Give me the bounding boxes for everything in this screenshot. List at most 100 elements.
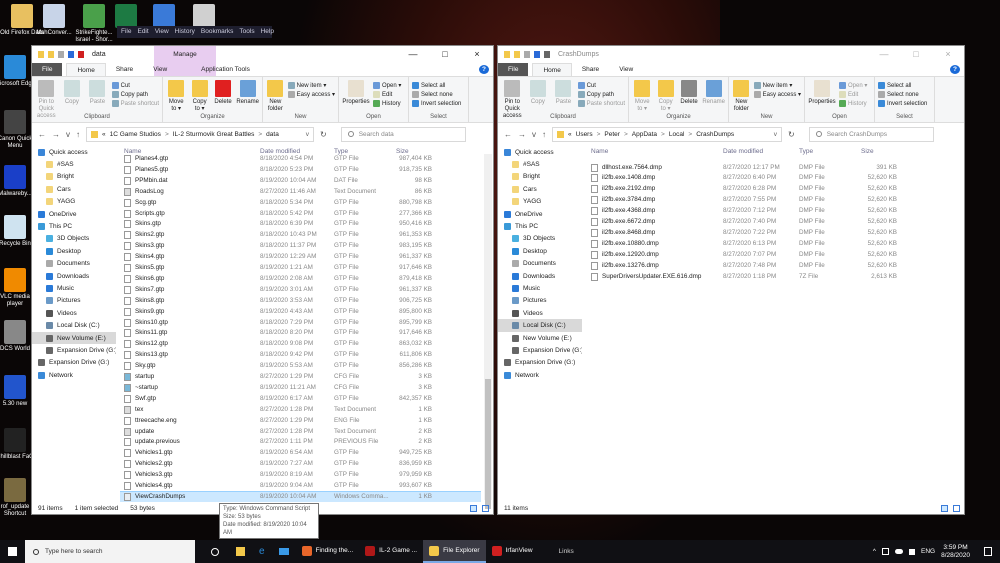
maximize-button[interactable]: □	[429, 46, 461, 63]
nav-item[interactable]: Network	[498, 369, 582, 381]
file-row[interactable]: Vehicles4.gtp 8/19/2020 9:04 AM GTP File 99…	[120, 481, 481, 492]
file-row[interactable]: ViewCrashDumps 8/19/2020 10:04 AM Windows …	[120, 490, 481, 502]
nav-item[interactable]: Bright	[32, 171, 116, 183]
network-icon[interactable]	[881, 548, 889, 555]
nav-item[interactable]: 3D Objects	[32, 233, 116, 245]
nav-item[interactable]: Music	[32, 282, 116, 294]
firefox-menu-view[interactable]: View	[155, 28, 169, 36]
file-row[interactable]: Vehicles1.gtp 8/19/2020 6:54 AM GTP File 94…	[120, 448, 481, 459]
nav-item[interactable]: This PC	[32, 220, 116, 232]
nav-item[interactable]: New Volume (E:)	[498, 332, 582, 344]
new-item-button[interactable]: New item ▾	[287, 82, 335, 89]
edge-icon[interactable]: e	[259, 546, 265, 557]
taskbar-app[interactable]: File Explorer	[423, 540, 486, 563]
address-bar[interactable]: «Users > Peter > AppData > Local > CrashDumps v	[552, 126, 782, 142]
delete-icon[interactable]	[78, 51, 84, 58]
forward-button[interactable]: →	[52, 130, 60, 139]
chevron-up-icon[interactable]: ^	[873, 548, 876, 555]
large-icons-view-button[interactable]	[953, 504, 960, 512]
file-row[interactable]: Skins12.gtp 8/18/2020 9:08 PM GTP File 863,…	[120, 339, 481, 350]
language-indicator[interactable]: ENG	[921, 548, 935, 555]
refresh-button[interactable]: ↻	[788, 130, 795, 139]
file-row[interactable]: Skins5.gtp 8/19/2020 1:21 AM GTP File 917,6…	[120, 263, 481, 274]
refresh-button[interactable]: ↻	[320, 130, 327, 139]
folder-icon[interactable]	[514, 51, 520, 58]
taskbar-search[interactable]: Type here to search	[25, 540, 195, 563]
large-icons-view-button[interactable]	[482, 504, 489, 512]
nav-item[interactable]: This PC	[498, 220, 582, 232]
tab-view[interactable]: View	[143, 63, 177, 76]
back-button[interactable]: ←	[38, 130, 46, 139]
open-button[interactable]: Open ▾	[373, 82, 401, 89]
breadcrumb-4[interactable]: Local	[669, 131, 685, 138]
file-row[interactable]: Scripts.gtp 8/18/2020 5:42 PM GTP File 277,…	[120, 209, 481, 220]
file-row[interactable]: RoadsLog 8/27/2020 11:46 AM Text Document 8…	[120, 187, 481, 198]
folder-icon[interactable]	[38, 51, 44, 58]
nav-item[interactable]: Videos	[32, 307, 116, 319]
search-input[interactable]: Search CrashDumps	[827, 131, 887, 138]
tab-file[interactable]: File	[498, 63, 529, 76]
volume-icon[interactable]	[908, 548, 915, 555]
nav-item[interactable]: Quick access	[32, 146, 116, 158]
file-row[interactable]: dllhost.exe.7564.dmp 8/27/2020 12:17 PM DM…	[586, 163, 950, 174]
firefox-menu-bookmarks[interactable]: Bookmarks	[201, 28, 234, 36]
select-none-button[interactable]: Select none	[412, 91, 461, 98]
nav-item[interactable]: OneDrive	[498, 208, 582, 220]
firefox-menu-file[interactable]: File	[121, 28, 131, 36]
search-box[interactable]: Search CrashDumps	[808, 126, 934, 142]
invert-selection-button[interactable]: Invert selection	[878, 100, 927, 107]
invert-selection-button[interactable]: Invert selection	[412, 100, 461, 107]
file-row[interactable]: il2fb.exe.8468.dmp 8/27/2020 7:22 PM DMP F…	[586, 228, 950, 239]
column-header-name[interactable]: Name	[591, 148, 608, 155]
recent-locations-button[interactable]: v	[532, 130, 536, 139]
nav-item[interactable]: Pictures	[32, 295, 116, 307]
column-header-size[interactable]: Size	[861, 148, 874, 155]
cut-button[interactable]: Cut	[111, 82, 159, 89]
breadcrumb-0[interactable]: «	[568, 131, 572, 138]
nav-item[interactable]: Network	[32, 369, 116, 381]
undo-icon[interactable]	[534, 51, 540, 58]
search-input[interactable]: Search data	[359, 131, 394, 138]
file-row[interactable]: Skins3.gtp 8/18/2020 11:37 PM GTP File 983,…	[120, 241, 481, 252]
edit-button[interactable]: Edit	[373, 91, 401, 98]
file-row[interactable]: il2fb.exe.3784.dmp 8/27/2020 7:55 PM DMP F…	[586, 195, 950, 206]
vertical-scrollbar[interactable]	[484, 154, 492, 509]
nav-item[interactable]: Pictures	[498, 295, 582, 307]
help-icon[interactable]: ?	[950, 65, 960, 74]
firefox-menu-edit[interactable]: Edit	[137, 28, 148, 36]
nav-item[interactable]: Expansion Drive (G:)	[498, 344, 582, 356]
file-row[interactable]: Skins6.gtp 8/19/2020 2:08 AM GTP File 879,4…	[120, 274, 481, 285]
nav-item[interactable]: Desktop	[32, 245, 116, 257]
file-row[interactable]: PPMbin.dat 8/19/2020 10:04 AM DAT File 98 K…	[120, 176, 481, 187]
nav-item[interactable]: Bright	[498, 171, 582, 183]
new-item-button[interactable]: New item ▾	[753, 82, 801, 89]
tab-application-tools[interactable]: Application Tools	[191, 63, 260, 76]
breadcrumb-1[interactable]: Users	[576, 131, 593, 138]
task-view-icon[interactable]	[211, 547, 219, 556]
cut-button[interactable]: Cut	[577, 82, 625, 89]
file-row[interactable]: Scg.gtp 8/18/2020 5:34 PM GTP File 880,798 …	[120, 198, 481, 209]
nav-item[interactable]: Videos	[498, 307, 582, 319]
up-button[interactable]: ↑	[76, 130, 80, 139]
mail-icon[interactable]	[278, 548, 289, 555]
file-row[interactable]: Skins.gtp 8/18/2020 6:39 PM GTP File 950,41…	[120, 219, 481, 230]
notifications-icon[interactable]	[984, 547, 992, 556]
paste-shortcut-button[interactable]: Paste shortcut	[577, 100, 625, 107]
breadcrumb-2[interactable]: Peter	[604, 131, 620, 138]
details-view-button[interactable]	[941, 504, 948, 512]
forward-button[interactable]: →	[518, 130, 526, 139]
firefox-menu-history[interactable]: History	[175, 28, 195, 36]
file-row[interactable]: startup 8/27/2020 1:29 PM CFG File 3 KB	[120, 372, 481, 383]
breadcrumb-1[interactable]: 1C Game Studios	[110, 131, 161, 138]
file-row[interactable]: SuperDriversUpdater.EXE.616.dmp 8/27/2020…	[586, 272, 950, 283]
nav-item[interactable]: 3D Objects	[498, 233, 582, 245]
file-row[interactable]: Skins9.gtp 8/19/2020 4:43 AM GTP File 895,8…	[120, 307, 481, 318]
file-row[interactable]: il2fb.exe.13276.dmp 8/27/2020 7:48 PM DMP …	[586, 261, 950, 272]
store-icon[interactable]	[236, 547, 245, 556]
pin-icon[interactable]	[58, 51, 64, 58]
breadcrumb-3[interactable]: data	[266, 131, 279, 138]
file-row[interactable]: il2fb.exe.2192.dmp 8/27/2020 6:28 PM DMP F…	[586, 184, 950, 195]
file-row[interactable]: ~startup 8/19/2020 11:21 AM CFG File 3 KB	[120, 383, 481, 394]
file-row[interactable]: il2fb.exe.10880.dmp 8/27/2020 6:13 PM DMP …	[586, 239, 950, 250]
tab-view[interactable]: View	[609, 63, 643, 76]
